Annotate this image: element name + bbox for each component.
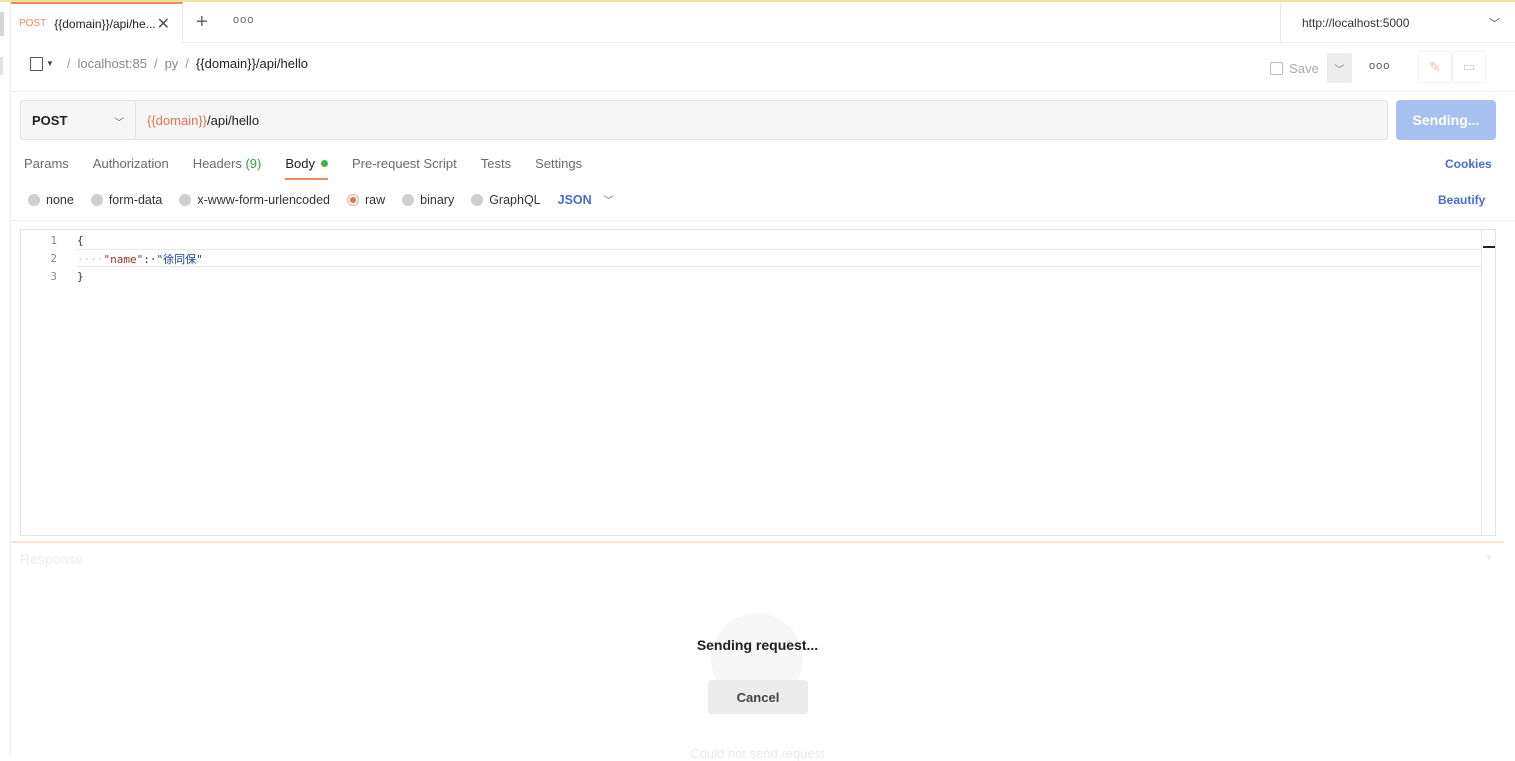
chevron-down-icon: ▼ <box>1484 553 1494 564</box>
radio-icon <box>471 193 484 206</box>
active-line-highlight <box>77 249 1482 267</box>
line-number: 2 <box>50 252 57 265</box>
save-group: Save ﹀ <box>1262 53 1353 83</box>
breadcrumb-workspace[interactable]: localhost:85 <box>78 56 147 71</box>
radio-icon <box>28 193 40 206</box>
headers-count: (9) <box>245 156 262 171</box>
status-dot-icon <box>320 160 328 167</box>
comment-icon[interactable]: ▭ <box>1452 51 1486 83</box>
chevron-down-icon: ﹀ <box>114 118 124 129</box>
json-key: "name" <box>103 253 144 266</box>
code-line: { <box>77 234 84 247</box>
url-variable: {{domain}} <box>147 112 208 128</box>
cancel-button[interactable]: Cancel <box>708 680 808 714</box>
radio-none-label: none <box>46 192 74 207</box>
radio-form-data-label: form-data <box>108 192 163 207</box>
radio-binary[interactable]: binary <box>402 193 454 207</box>
tab-tests[interactable]: Tests <box>481 156 511 180</box>
tab-params[interactable]: Params <box>24 156 69 180</box>
tab-bar: POST {{domain}}/api/he... ✕ + ooo http:/… <box>11 2 1515 43</box>
radio-icon <box>179 193 192 206</box>
response-pane: Response ▼ Sending request... Cancel Cou… <box>11 541 1504 761</box>
request-tabs: Params Authorization Headers (9) Body Pr… <box>24 156 606 180</box>
radio-raw[interactable]: raw <box>347 193 385 207</box>
tab-headers[interactable]: Headers (9) <box>193 156 262 180</box>
line-number: 1 <box>50 234 57 247</box>
code-editor[interactable]: 1 2 3 { ····"name":·"徐同保" } <box>20 229 1496 536</box>
radio-icon <box>90 193 103 206</box>
body-type-options: none form-data x-www-form-urlencoded raw… <box>28 192 614 207</box>
url-path: /api/hello <box>207 112 260 128</box>
radio-selected-icon <box>347 193 359 206</box>
radio-urlencoded-label: x-www-form-urlencoded <box>197 192 330 207</box>
environment-label: http://localhost:5000 <box>1302 15 1410 30</box>
method-select[interactable]: POST ﹀ <box>20 100 136 140</box>
radio-form-data[interactable]: form-data <box>90 192 163 207</box>
tab-method: POST <box>19 18 47 29</box>
json-value: "徐同保" <box>156 253 203 266</box>
sending-status: Sending request... <box>696 637 819 653</box>
environment-selector[interactable]: http://localhost:5000 ﹀ <box>1280 2 1515 43</box>
code-line: ····"name":·"徐同保" <box>77 253 203 266</box>
method-label: POST <box>32 112 68 128</box>
breadcrumb-request[interactable]: {{domain}}/api/hello <box>196 56 308 71</box>
code-line: } <box>77 270 84 283</box>
save-dropdown-button[interactable]: ﹀ <box>1327 53 1352 83</box>
floppy-icon <box>1270 61 1284 75</box>
response-title: Response <box>20 551 84 567</box>
document-icon[interactable] <box>30 56 43 71</box>
format-select[interactable]: JSON ﹀ <box>557 192 614 208</box>
left-sidebar-edge <box>0 2 11 755</box>
url-input[interactable]: {{domain}} /api/hello <box>135 100 1388 140</box>
chevron-down-icon: ﹀ <box>1489 18 1500 30</box>
editor-scrollbar[interactable] <box>1481 230 1495 535</box>
radio-icon <box>402 193 415 206</box>
chevron-down-icon: ﹀ <box>603 196 614 207</box>
caret-down-icon[interactable]: ▼ <box>46 59 54 68</box>
tab-headers-label: Headers <box>192 156 242 171</box>
radio-raw-label: raw <box>365 192 386 207</box>
save-button[interactable]: Save <box>1262 53 1327 83</box>
request-tab[interactable]: POST {{domain}}/api/he... ✕ <box>11 2 183 43</box>
send-button[interactable]: Sending... <box>1396 100 1496 140</box>
plus-icon[interactable]: + <box>196 11 208 34</box>
save-label: Save <box>1289 60 1319 76</box>
edit-icon[interactable]: ✎ <box>1418 51 1452 83</box>
tab-settings[interactable]: Settings <box>535 156 582 180</box>
beautify-link[interactable]: Beautify <box>1438 193 1485 207</box>
format-label: JSON <box>557 192 592 207</box>
tab-authorization[interactable]: Authorization <box>93 156 169 180</box>
error-ghost-text: Could not send request <box>690 746 825 761</box>
tab-title: {{domain}}/api/he... <box>54 16 156 31</box>
more-actions-icon[interactable]: ooo <box>1369 60 1390 72</box>
breadcrumb-folder[interactable]: py <box>165 56 179 71</box>
line-number: 3 <box>50 270 57 283</box>
radio-graphql-label: GraphQL <box>489 192 541 207</box>
tab-body-label: Body <box>285 156 315 171</box>
close-icon[interactable]: ✕ <box>157 14 170 34</box>
cookies-link[interactable]: Cookies <box>1445 157 1492 171</box>
radio-urlencoded[interactable]: x-www-form-urlencoded <box>179 193 330 207</box>
tab-body[interactable]: Body <box>285 156 328 180</box>
breadcrumb: ▼ / localhost:85 / py / {{domain}}/api/h… <box>30 56 308 71</box>
more-icon[interactable]: ooo <box>233 14 254 26</box>
radio-binary-label: binary <box>420 192 455 207</box>
radio-none[interactable]: none <box>28 193 74 207</box>
radio-graphql[interactable]: GraphQL <box>471 192 541 207</box>
line-gutter: 1 2 3 <box>21 230 71 535</box>
tab-prerequest-script[interactable]: Pre-request Script <box>352 156 457 180</box>
